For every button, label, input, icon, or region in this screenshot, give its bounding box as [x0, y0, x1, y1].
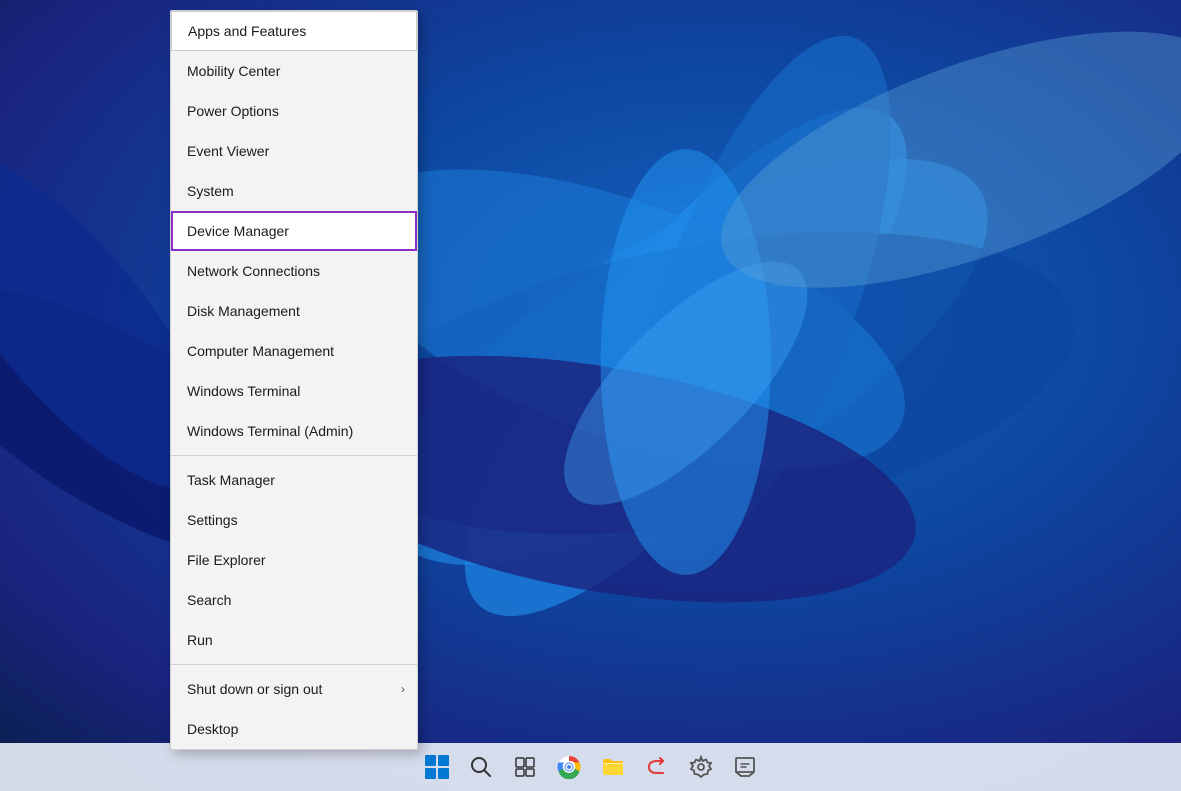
menu-item-computer-management[interactable]: Computer Management [171, 331, 417, 371]
file-explorer-button[interactable] [593, 747, 633, 787]
menu-separator-1 [171, 455, 417, 456]
search-icon [470, 756, 492, 778]
menu-separator-2 [171, 664, 417, 665]
menu-item-file-explorer[interactable]: File Explorer [171, 540, 417, 580]
boomerang-button[interactable] [637, 747, 677, 787]
menu-item-windows-terminal-admin[interactable]: Windows Terminal (Admin) [171, 411, 417, 451]
context-menu: Apps and Features Mobility Center Power … [170, 10, 418, 750]
snip-tool-icon [733, 755, 757, 779]
menu-item-desktop[interactable]: Desktop [171, 709, 417, 749]
menu-item-run[interactable]: Run [171, 620, 417, 660]
menu-item-disk-management[interactable]: Disk Management [171, 291, 417, 331]
windows-logo-icon [425, 755, 449, 779]
file-explorer-icon [601, 755, 625, 779]
menu-item-event-viewer[interactable]: Event Viewer [171, 131, 417, 171]
taskview-button[interactable] [505, 747, 545, 787]
submenu-arrow-icon: › [401, 682, 405, 696]
menu-item-search[interactable]: Search [171, 580, 417, 620]
menu-item-system[interactable]: System [171, 171, 417, 211]
taskview-icon [514, 756, 536, 778]
taskbar [0, 743, 1181, 791]
chrome-icon [557, 755, 581, 779]
taskbar-icons [417, 747, 765, 787]
settings-button[interactable] [681, 747, 721, 787]
menu-item-mobility-center[interactable]: Mobility Center [171, 51, 417, 91]
boomerang-icon [645, 755, 669, 779]
menu-item-windows-terminal[interactable]: Windows Terminal [171, 371, 417, 411]
chrome-button[interactable] [549, 747, 589, 787]
menu-item-device-manager[interactable]: Device Manager [171, 211, 417, 251]
search-button[interactable] [461, 747, 501, 787]
menu-item-network-connections[interactable]: Network Connections [171, 251, 417, 291]
menu-item-task-manager[interactable]: Task Manager [171, 460, 417, 500]
menu-item-power-options[interactable]: Power Options [171, 91, 417, 131]
menu-item-settings[interactable]: Settings [171, 500, 417, 540]
snip-tool-button[interactable] [725, 747, 765, 787]
start-button[interactable] [417, 747, 457, 787]
menu-item-apps-features[interactable]: Apps and Features [171, 11, 417, 51]
gear-icon [689, 755, 713, 779]
desktop: Apps and Features Mobility Center Power … [0, 0, 1181, 791]
menu-item-shut-down[interactable]: Shut down or sign out › [171, 669, 417, 709]
